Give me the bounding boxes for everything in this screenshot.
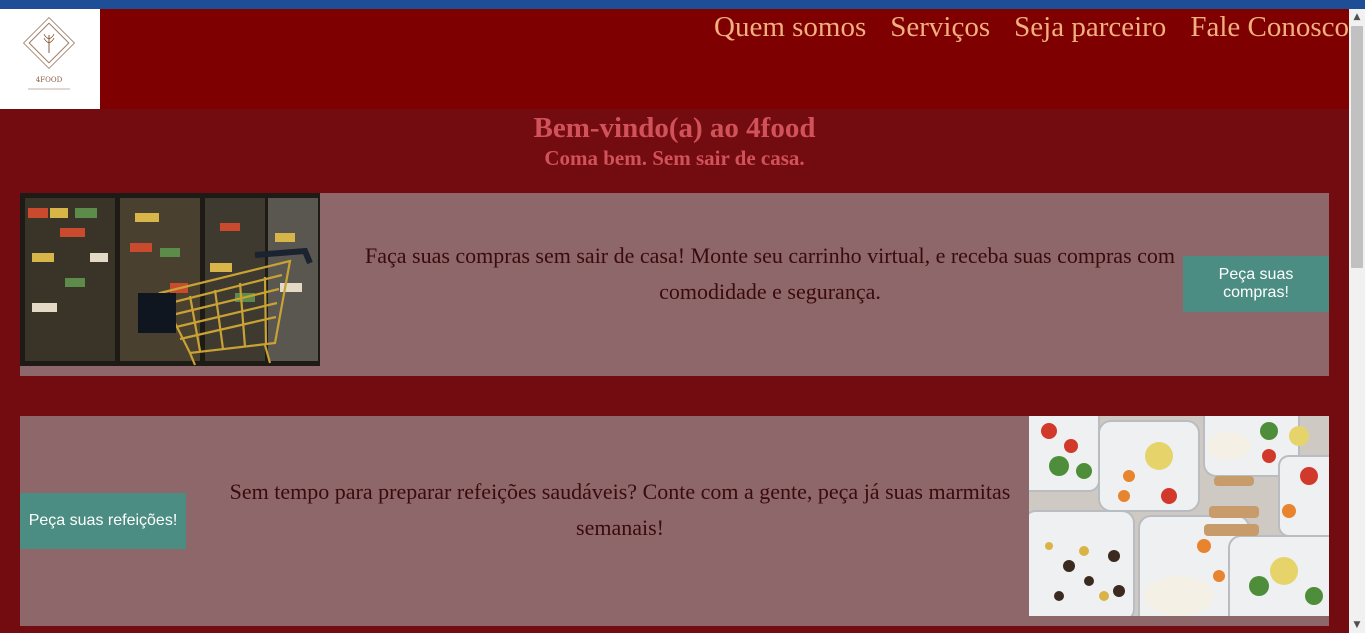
hero-subtitle: Coma bem. Sem sair de casa.	[544, 146, 805, 170]
scrollbar-thumb[interactable]	[1351, 26, 1363, 268]
groceries-card: Faça suas compras sem sair de casa! Mont…	[20, 193, 1329, 376]
meals-description: Sem tempo para preparar refeições saudáv…	[229, 479, 1011, 540]
main-nav: Quem somos Serviços Seja parceiro Fale C…	[714, 11, 1349, 44]
site-header: 4FOOD Quem somos Serviços Seja parceiro …	[0, 9, 1349, 109]
logo-text: 4FOOD	[36, 76, 63, 84]
meals-card: Peça suas refeições! Sem tempo para prep…	[20, 416, 1329, 626]
logo-diamond-icon: 4FOOD	[22, 16, 76, 90]
nav-link-servicos[interactable]: Serviços	[890, 11, 990, 44]
hero-title: Bem-vindo(a) ao 4food	[533, 112, 816, 144]
chevron-down-icon[interactable]: ▼	[1349, 617, 1365, 633]
hero-section: Bem-vindo(a) ao 4food Coma bem. Sem sair…	[0, 112, 1349, 172]
site-logo[interactable]: 4FOOD	[0, 9, 100, 109]
chevron-up-icon[interactable]: ▲	[1349, 9, 1365, 25]
nav-link-seja-parceiro[interactable]: Seja parceiro	[1014, 11, 1166, 44]
groceries-description: Faça suas compras sem sair de casa! Mont…	[364, 243, 1176, 304]
order-groceries-button[interactable]: Peça suas compras!	[1183, 256, 1329, 312]
meal-prep-image	[1029, 416, 1329, 616]
order-meals-button[interactable]: Peça suas refeições!	[20, 493, 186, 549]
browser-top-strip	[0, 0, 1365, 9]
nav-link-quem-somos[interactable]: Quem somos	[714, 11, 866, 44]
grocery-cart-image	[20, 193, 320, 366]
nav-link-fale-conosco[interactable]: Fale Conosco	[1190, 11, 1349, 44]
page-scrollbar[interactable]: ▲ ▼	[1349, 9, 1365, 633]
